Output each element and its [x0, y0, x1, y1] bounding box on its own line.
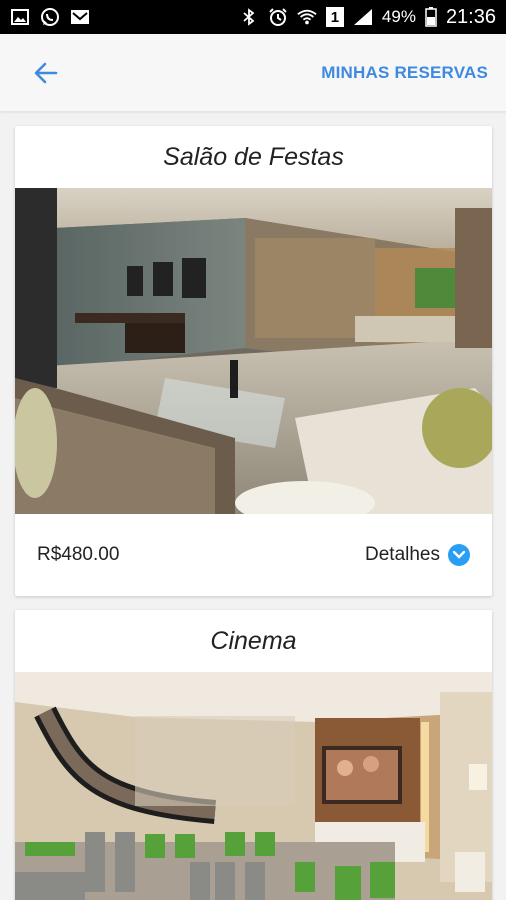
- details-button[interactable]: Detalhes: [365, 544, 470, 566]
- my-reservations-button[interactable]: MINHAS RESERVAS: [321, 63, 488, 83]
- arrow-left-icon: [34, 62, 58, 83]
- cinema-photo: [15, 672, 492, 900]
- whatsapp-notification-icon: [40, 8, 60, 26]
- chevron-down-circle-icon: [448, 544, 470, 566]
- venue-footer: R$480.00 Detalhes: [15, 514, 492, 596]
- venue-list[interactable]: Salão de Festas R$480.00 Detalhes Cinema: [0, 112, 506, 900]
- venue-title: Cinema: [210, 626, 297, 655]
- app-bar: MINHAS RESERVAS: [0, 34, 506, 112]
- venue-card-cinema[interactable]: Cinema: [15, 610, 492, 900]
- back-button[interactable]: [30, 57, 62, 89]
- venue-title: Salão de Festas: [163, 142, 344, 171]
- battery-percent: 49%: [381, 7, 416, 26]
- email-notification-icon: [70, 8, 90, 26]
- battery-icon: [425, 7, 437, 27]
- sim-slot-icon: 1: [325, 7, 344, 27]
- sim-slot-label: 1: [330, 8, 340, 26]
- details-label: Detalhes: [365, 544, 440, 565]
- status-bar: 1 49% 21:36: [0, 0, 506, 34]
- bluetooth-icon: [239, 8, 259, 26]
- venue-price: R$480.00: [37, 544, 120, 565]
- venue-card-party-hall[interactable]: Salão de Festas R$480.00 Detalhes: [15, 126, 492, 596]
- alarm-icon: [268, 8, 288, 26]
- signal-icon: [353, 8, 373, 26]
- wifi-icon: [297, 8, 317, 26]
- party-hall-photo: [15, 188, 492, 514]
- gallery-notification-icon: [10, 8, 30, 26]
- clock: 21:36: [445, 5, 496, 28]
